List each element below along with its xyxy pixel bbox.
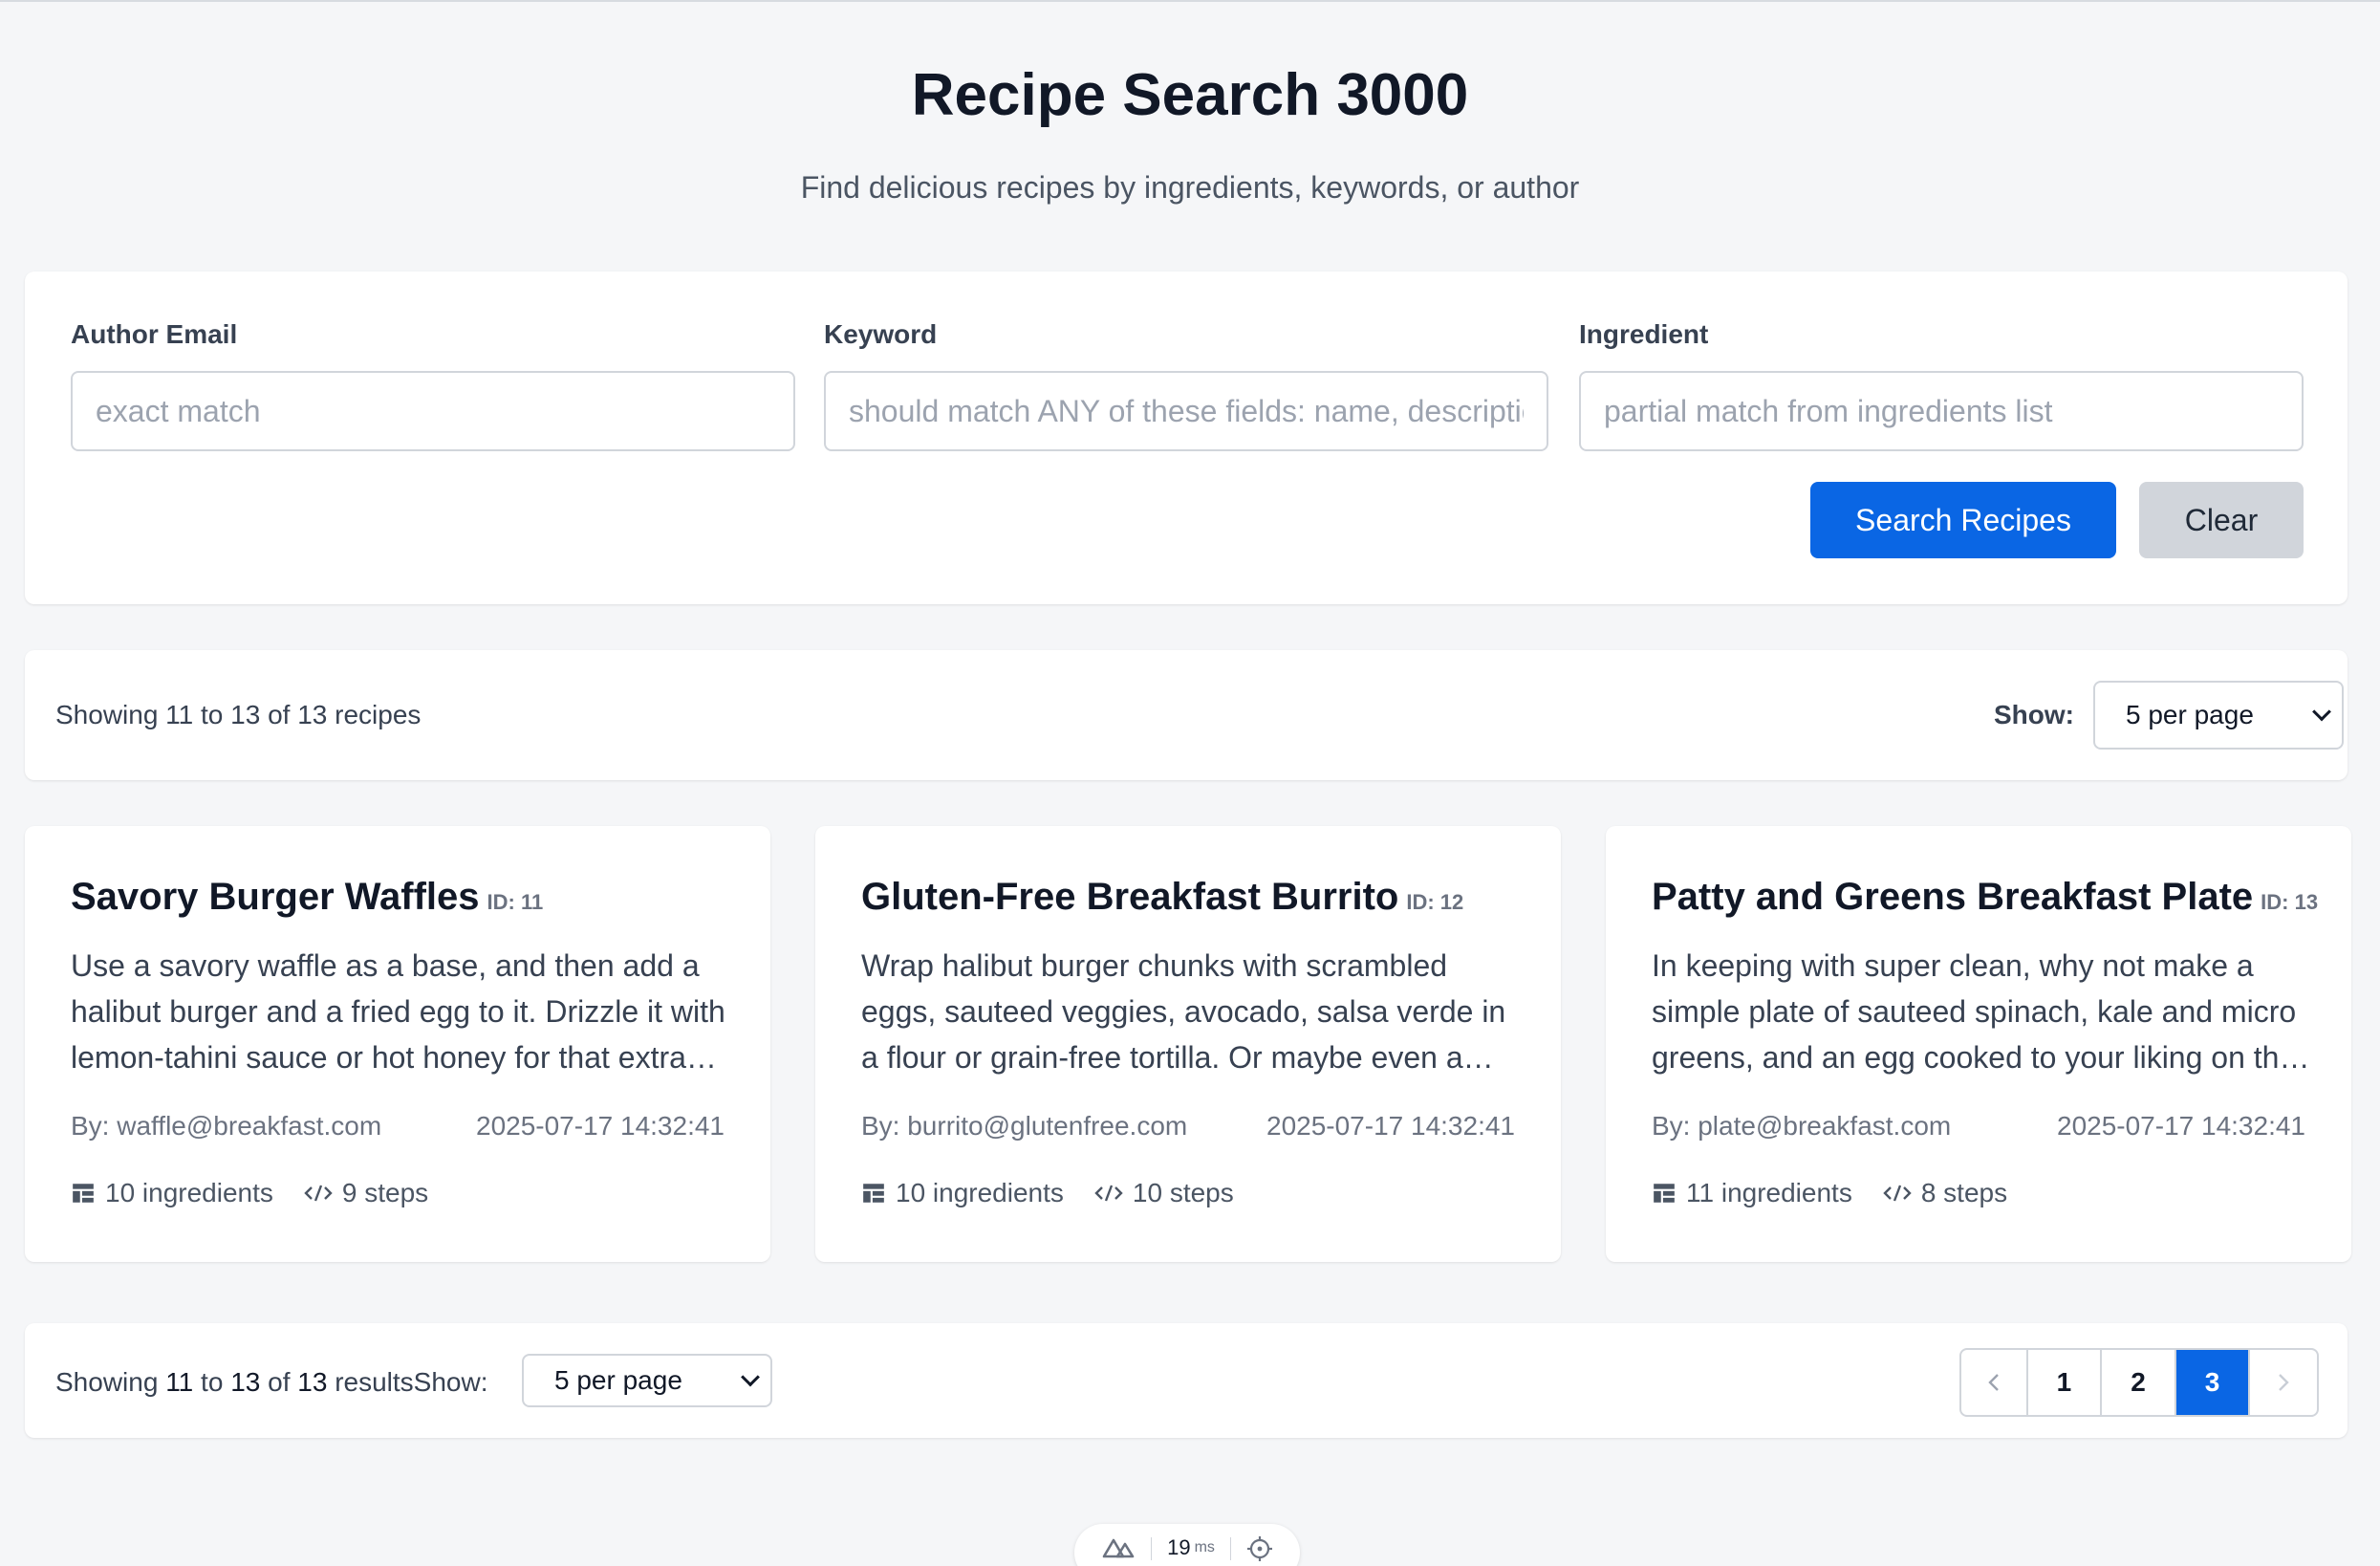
step-count: 8 steps <box>1920 1178 2008 1207</box>
recipe-id: ID: 12 <box>1406 890 1464 914</box>
keyword-input[interactable] <box>824 371 1548 451</box>
pagination-show-label: Show: <box>413 1367 488 1397</box>
author-email-input[interactable] <box>71 371 795 451</box>
recipe-title: Gluten-Free Breakfast Burrito ID: 12 <box>861 876 1464 918</box>
chevron-right-icon <box>2279 1374 2289 1391</box>
per-page-select-value: 5 per page <box>2126 700 2254 729</box>
table-icon <box>1654 1184 1675 1203</box>
recipe-id: ID: 13 <box>2261 890 2319 914</box>
author-email-label: Author Email <box>71 319 238 349</box>
chevron-left-icon <box>1988 1374 1999 1391</box>
pagination-per-page-select[interactable]: 5 per page <box>522 1354 772 1407</box>
table-icon <box>863 1184 884 1203</box>
code-icon <box>1094 1185 1123 1202</box>
code-icon <box>1883 1185 1912 1202</box>
keyword-label: Keyword <box>824 319 938 349</box>
recipe-description: Use a savory waffle as a base, and then … <box>71 948 725 1075</box>
step-count: 9 steps <box>341 1178 429 1207</box>
recipe-description: Wrap halibut burger chunks with scramble… <box>861 948 1506 1075</box>
recipe-id: ID: 11 <box>487 890 544 914</box>
search-recipes-button[interactable]: Search Recipes <box>1810 482 2116 558</box>
per-page-select[interactable]: 5 per page <box>2093 681 2344 750</box>
crosshair-icon[interactable] <box>1246 1535 1273 1562</box>
pagination-controls: 1 2 3 <box>1959 1348 2319 1417</box>
render-timing-unit: ms <box>1194 1539 1215 1555</box>
recipe-stats: 10 ingredients 9 steps <box>71 1178 459 1208</box>
recipe-date: 2025-07-17 14:32:41 <box>2057 1111 2305 1141</box>
devtools-indicator[interactable]: 19 ms <box>1074 1524 1300 1566</box>
ingredient-count: 10 ingredients <box>896 1178 1064 1207</box>
ingredient-label: Ingredient <box>1579 319 1709 349</box>
recipe-stats: 10 ingredients 10 steps <box>861 1178 1265 1208</box>
recipe-card[interactable]: Patty and Greens Breakfast Plate ID: 13 I… <box>1606 826 2351 1262</box>
recipe-card[interactable]: Savory Burger Waffles ID: 11 Use a savory… <box>25 826 770 1262</box>
pagination-bar: Showing 11 to 13 of 13 resultsShow: 5 pe… <box>25 1323 2348 1438</box>
code-icon <box>304 1185 333 1202</box>
next-page-button[interactable] <box>2250 1350 2317 1415</box>
chevron-down-icon <box>741 1367 760 1387</box>
ingredient-input[interactable] <box>1579 371 2304 451</box>
table-icon <box>73 1184 94 1203</box>
recipe-stats: 11 ingredients 8 steps <box>1652 1178 2038 1208</box>
recipe-card[interactable]: Gluten-Free Breakfast Burrito ID: 12 Wrap… <box>815 826 1561 1262</box>
per-page-select-value: 5 per page <box>554 1365 682 1395</box>
step-count: 10 steps <box>1132 1178 1234 1207</box>
page-button-2[interactable]: 2 <box>2102 1350 2176 1415</box>
recipe-author: By: burrito@glutenfree.com <box>861 1111 1188 1141</box>
per-page-label: Show: <box>1994 700 2074 729</box>
pagination-summary: Showing 11 to 13 of 13 resultsShow: <box>55 1367 488 1397</box>
results-summary-text: Showing 11 to 13 of 13 recipes <box>55 700 422 729</box>
page-subtitle: Find delicious recipes by ingredients, k… <box>800 170 1580 205</box>
clear-button[interactable]: Clear <box>2139 482 2304 558</box>
chevron-down-icon <box>2312 702 2331 722</box>
recipe-author: By: plate@breakfast.com <box>1652 1111 1952 1141</box>
recipe-author: By: waffle@breakfast.com <box>71 1111 382 1141</box>
page-button-3[interactable]: 3 <box>2175 1350 2251 1415</box>
nuxt-logo-icon <box>1102 1538 1135 1558</box>
recipe-title: Patty and Greens Breakfast Plate ID: 13 <box>1652 876 2319 918</box>
page-button-1[interactable]: 1 <box>2028 1350 2103 1415</box>
recipe-title: Savory Burger Waffles ID: 11 <box>71 876 544 918</box>
results-summary-bar: Showing 11 to 13 of 13 recipes Show: 5 p… <box>25 650 2348 780</box>
previous-page-button[interactable] <box>1961 1350 2028 1415</box>
render-timing: 19 <box>1167 1535 1191 1559</box>
page-title: Recipe Search 3000 <box>911 62 1469 128</box>
recipe-description: In keeping with super clean, why not mak… <box>1652 948 2297 1075</box>
search-panel: Author Email Keyword Ingredient Search R… <box>25 272 2348 604</box>
recipe-date: 2025-07-17 14:32:41 <box>476 1111 725 1141</box>
ingredient-count: 10 ingredients <box>105 1178 273 1207</box>
ingredient-count: 11 ingredients <box>1686 1178 1852 1207</box>
recipe-date: 2025-07-17 14:32:41 <box>1266 1111 1515 1141</box>
